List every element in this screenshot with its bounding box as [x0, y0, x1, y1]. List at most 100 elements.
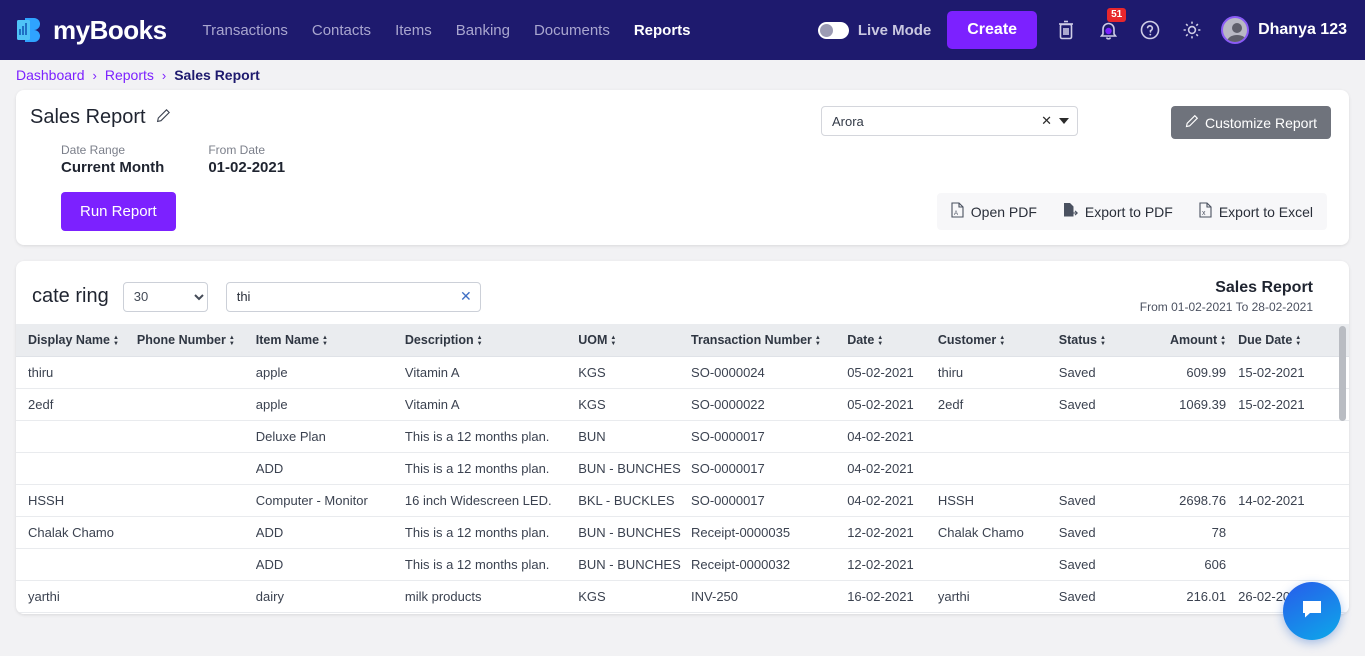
- toggle-switch-icon[interactable]: [817, 21, 849, 39]
- trash-icon[interactable]: [1053, 17, 1079, 43]
- column-header-uom[interactable]: UOM ▲ ▼: [578, 324, 692, 357]
- sort-updown-icon[interactable]: ▲ ▼: [1220, 335, 1226, 347]
- export-to-pdf-button[interactable]: Export to PDF: [1063, 202, 1173, 221]
- table-cell-status: Saved: [1058, 484, 1156, 517]
- column-header-label: UOM: [578, 333, 608, 347]
- table-cell-phone-number: [136, 452, 256, 485]
- column-header-status[interactable]: Status ▲ ▼: [1058, 324, 1156, 357]
- table-cell-status: Saved: [1058, 388, 1156, 421]
- open-pdf-button[interactable]: A Open PDF: [951, 202, 1037, 221]
- table-cell-transaction-number: SO-0000017: [691, 452, 848, 485]
- table-cell-description: 16 inch Widescreen LED.: [404, 484, 579, 517]
- column-header-label: Phone Number: [136, 333, 226, 347]
- sort-updown-icon[interactable]: ▲ ▼: [999, 335, 1005, 347]
- table-row[interactable]: Chalak Chamo ADD This is a 12 months plan.…: [16, 516, 1349, 549]
- live-mode-toggle[interactable]: Live Mode: [817, 21, 931, 39]
- table-cell-uom: KGS: [578, 580, 692, 613]
- table-cell-display-name: 2edf: [16, 388, 137, 421]
- table-row[interactable]: ADDThis is a 12 months plan.BUN - BUNCHE…: [16, 612, 1349, 614]
- run-report-button[interactable]: Run Report: [61, 192, 176, 231]
- scrollbar-thumb[interactable]: [1339, 326, 1346, 421]
- sort-updown-icon[interactable]: ▲ ▼: [610, 335, 616, 347]
- search-input[interactable]: [236, 289, 460, 304]
- bell-icon[interactable]: 51: [1095, 8, 1127, 43]
- column-header-item-name[interactable]: Item Name ▲ ▼: [255, 324, 405, 357]
- table-cell-date: 04-02-2021: [847, 452, 938, 485]
- username-label: Dhanya 123: [1258, 21, 1347, 38]
- breadcrumb-current: Sales Report: [174, 67, 260, 83]
- column-header-label: Date: [847, 333, 875, 347]
- nav-link-documents[interactable]: Documents: [534, 22, 610, 39]
- chat-widget-button[interactable]: [1283, 582, 1341, 640]
- mybooks-logo-icon: [14, 15, 44, 45]
- column-header-transaction-number[interactable]: Transaction Number ▲ ▼: [691, 324, 848, 357]
- table-cell-phone-number: [136, 388, 256, 421]
- table-cell-status: Saved: [1058, 516, 1156, 549]
- column-header-amount[interactable]: Amount ▲ ▼: [1155, 324, 1239, 357]
- navbar-right-group: Live Mode Create 51 Dhanya 123: [817, 8, 1347, 49]
- table-row[interactable]: ADDThis is a 12 months plan.BUN - BUNCHE…: [16, 452, 1349, 485]
- user-menu[interactable]: Dhanya 123: [1221, 16, 1347, 44]
- table-vertical-scrollbar[interactable]: [1339, 324, 1346, 614]
- customize-report-button[interactable]: Customize Report: [1170, 106, 1331, 139]
- nav-link-transactions[interactable]: Transactions: [203, 22, 288, 39]
- table-cell-transaction-number: SO-0000024: [691, 356, 848, 389]
- chat-bubble-icon: [1299, 596, 1325, 627]
- table-cell-description: This is a 12 months plan.: [404, 452, 579, 485]
- table-row[interactable]: yarthi dairy milk products KGS INV-250 16-02-…: [16, 580, 1349, 613]
- brand-logo-group[interactable]: myBooks: [14, 15, 167, 46]
- column-header-phone-number[interactable]: Phone Number ▲ ▼: [136, 324, 256, 357]
- table-row[interactable]: 2edf apple Vitamin A KGS SO-0000022 05-02-202…: [16, 388, 1349, 421]
- open-pdf-label: Open PDF: [970, 203, 1037, 220]
- gear-icon[interactable]: [1179, 17, 1205, 43]
- table-cell-display-name: yarthi: [16, 580, 137, 613]
- sort-updown-icon[interactable]: ▲ ▼: [1295, 335, 1301, 347]
- table-row[interactable]: Deluxe Plan This is a 12 months plan. BUN S…: [16, 420, 1349, 453]
- search-box[interactable]: ✕: [225, 281, 481, 312]
- nav-link-items[interactable]: Items: [395, 22, 432, 39]
- help-circle-icon[interactable]: [1137, 17, 1163, 43]
- close-icon[interactable]: ✕: [1041, 113, 1052, 129]
- table-cell-customer: thiru: [937, 356, 1059, 389]
- page-size-select[interactable]: 10203050100: [122, 281, 208, 312]
- chevron-down-icon[interactable]: [1059, 118, 1069, 124]
- table-cell-display-name: Chalak Chamo: [16, 516, 137, 549]
- table-cell-transaction-number: INV-000289: [691, 612, 848, 614]
- table-cell-amount: [1155, 612, 1239, 614]
- export-to-excel-label: Export to Excel: [1218, 203, 1313, 220]
- column-header-date[interactable]: Date ▲ ▼: [847, 324, 938, 357]
- table-row[interactable]: HSSH Computer - Monitor 16 inch Widescreen…: [16, 484, 1349, 517]
- sort-updown-icon[interactable]: ▲ ▼: [322, 335, 328, 347]
- sort-updown-icon[interactable]: ▲ ▼: [815, 335, 821, 347]
- table-header-row: Display Name ▲ ▼ Phone Number ▲ ▼ Item Name ▲ ▼ D…: [16, 324, 1349, 357]
- column-header-customer[interactable]: Customer ▲ ▼: [937, 324, 1059, 357]
- create-button[interactable]: Create: [947, 11, 1038, 49]
- table-row[interactable]: thiru apple Vitamin A KGS SO-0000024 05-02-20…: [16, 356, 1349, 389]
- brand-name: myBooks: [53, 14, 167, 45]
- close-icon[interactable]: ✕: [460, 288, 472, 305]
- breadcrumb: Dashboard › Reports › Sales Report: [0, 60, 1365, 90]
- svg-text:A: A: [954, 211, 958, 217]
- table-body: thiru apple Vitamin A KGS SO-0000024 05-02-20…: [16, 356, 1349, 614]
- sort-updown-icon[interactable]: ▲ ▼: [229, 335, 235, 347]
- nav-link-reports[interactable]: Reports: [634, 22, 691, 39]
- column-header-display-name[interactable]: Display Name ▲ ▼: [16, 324, 137, 357]
- customer-filter-select[interactable]: Arora ✕: [821, 106, 1078, 136]
- table-row[interactable]: ADDThis is a 12 months plan.BUN - BUNCHE…: [16, 548, 1349, 581]
- column-header-due-date[interactable]: Due Date ▲ ▼: [1238, 324, 1349, 357]
- report-settings-card: Sales Report Arora ✕ Customize Report Da…: [16, 90, 1349, 245]
- breadcrumb-dashboard[interactable]: Dashboard: [16, 67, 85, 83]
- sort-updown-icon[interactable]: ▲ ▼: [113, 335, 119, 347]
- table-cell-due-date: 15-02-2021: [1238, 356, 1349, 389]
- column-header-label: Customer: [937, 333, 997, 347]
- breadcrumb-reports[interactable]: Reports: [105, 67, 154, 83]
- export-to-excel-button[interactable]: x Export to Excel: [1199, 202, 1313, 221]
- avatar[interactable]: [1221, 16, 1250, 44]
- pencil-icon[interactable]: [156, 108, 171, 128]
- nav-link-contacts[interactable]: Contacts: [312, 22, 371, 39]
- column-header-description[interactable]: Description ▲ ▼: [404, 324, 579, 357]
- sort-updown-icon[interactable]: ▲ ▼: [477, 335, 483, 347]
- sort-updown-icon[interactable]: ▲ ▼: [877, 335, 883, 347]
- sort-updown-icon[interactable]: ▲ ▼: [1100, 335, 1106, 347]
- nav-link-banking[interactable]: Banking: [456, 22, 510, 39]
